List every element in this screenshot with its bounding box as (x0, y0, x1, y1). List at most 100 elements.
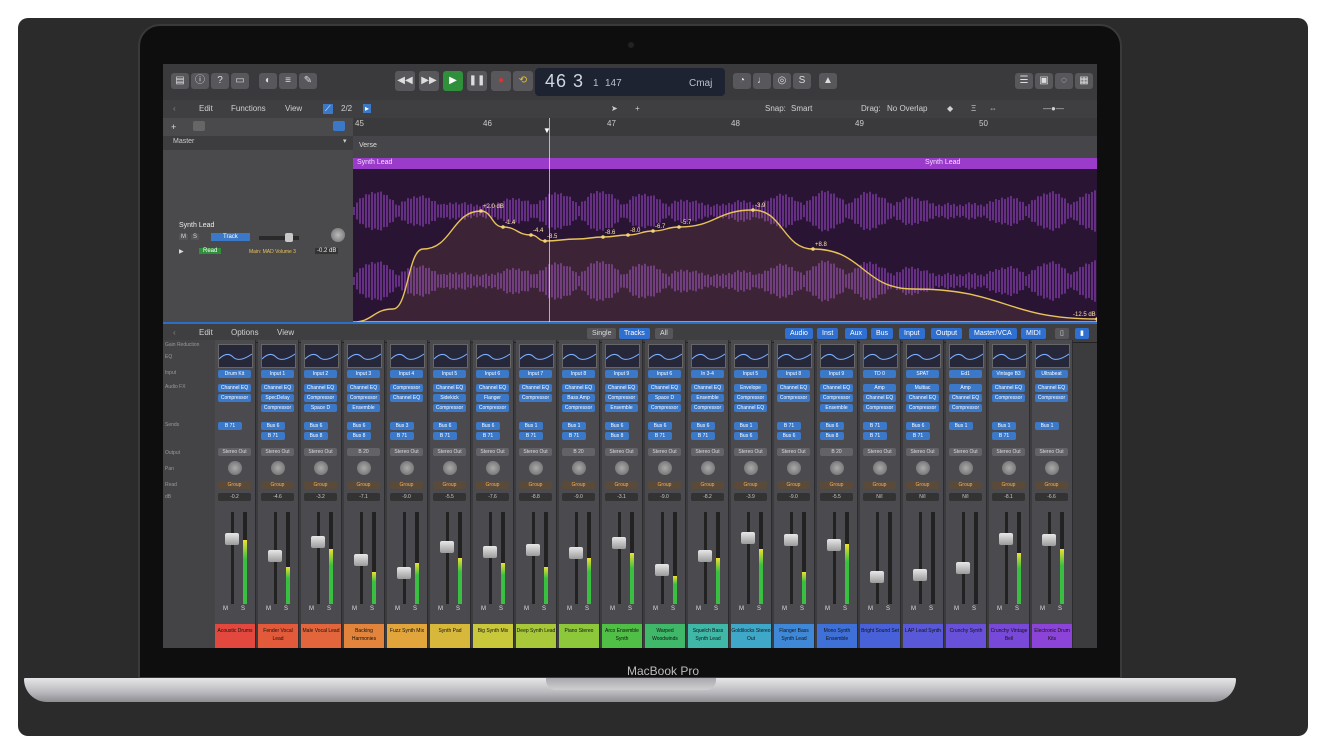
view-menu[interactable]: View (285, 104, 302, 113)
mute-button[interactable]: M (438, 606, 443, 612)
automation-mode[interactable]: Group (691, 481, 724, 489)
channel-strip[interactable]: SPAT Multiac Channel EQ Compressor Bus 6 B 71… (903, 340, 944, 648)
channel-strip[interactable]: Input 8 Channel EQ Bass Amp Compressor Bus 1… (559, 340, 600, 648)
solo-button[interactable]: S (757, 606, 761, 612)
waveform-zoom-icon[interactable]: ◆ (947, 104, 953, 113)
send-slot[interactable]: Bus 6 (433, 422, 457, 430)
volume-fader[interactable] (827, 538, 841, 551)
filter-master-vca[interactable]: Master/VCA (969, 328, 1017, 339)
volume-slider[interactable] (259, 236, 299, 240)
automation-mode[interactable]: Group (992, 481, 1025, 489)
output-slot[interactable]: Stereo Out (605, 448, 638, 456)
send-slot[interactable]: B 71 (992, 432, 1016, 440)
channel-strip[interactable]: Input 3 Channel EQ Compressor Ensemble Bus 6… (344, 340, 385, 648)
automation-parameter[interactable]: Main: MAD Volume 3 (249, 249, 296, 255)
eq-thumbnail[interactable] (648, 344, 683, 368)
send-slot[interactable]: Bus 6 (648, 422, 672, 430)
forward-icon[interactable]: ▶▶ (419, 71, 439, 91)
eq-thumbnail[interactable] (1035, 344, 1070, 368)
audio-fx-slot[interactable]: Amp (863, 384, 896, 392)
volume-fader[interactable] (440, 541, 454, 554)
solo-button[interactable]: S (191, 234, 200, 240)
solo-button[interactable]: S (284, 606, 288, 612)
solo-button[interactable]: S (1058, 606, 1062, 612)
audio-fx-slot[interactable]: Compressor (648, 404, 681, 412)
input-slot[interactable]: Input 4 (390, 370, 423, 378)
filter-audio[interactable]: Audio (785, 328, 813, 339)
audio-fx-slot[interactable]: Flanger (476, 394, 509, 402)
channel-name[interactable]: Goldilocks Stereo Out (731, 624, 771, 648)
volume-fader[interactable] (1042, 533, 1056, 546)
solo-button[interactable]: S (327, 606, 331, 612)
channel-name[interactable]: Fuzz Synth Mix (387, 624, 427, 648)
send-slot[interactable]: Bus 6 (304, 422, 328, 430)
filter-input[interactable]: Input (899, 328, 925, 339)
rewind-icon[interactable]: ◀◀ (395, 71, 415, 91)
eq-thumbnail[interactable] (519, 344, 554, 368)
eq-thumbnail[interactable] (906, 344, 941, 368)
audio-fx-slot[interactable]: Channel EQ (949, 394, 982, 402)
channel-strip[interactable]: Input 8 Channel EQ Compressor B 71 Bus 6 Ster… (774, 340, 815, 648)
output-slot[interactable]: Stereo Out (476, 448, 509, 456)
send-slot[interactable]: Bus 8 (820, 432, 844, 440)
send-slot[interactable]: Bus 6 (777, 432, 801, 440)
audio-fx-slot[interactable]: Channel EQ (1035, 384, 1068, 392)
audio-fx-slot[interactable]: Ensemble (347, 404, 380, 412)
audio-fx-slot[interactable]: Compressor (218, 394, 251, 402)
audio-fx-slot[interactable]: Envelope (734, 384, 767, 392)
stop-icon[interactable]: ❚❚ (467, 71, 487, 91)
count-in-icon[interactable]: ♩ (753, 73, 771, 89)
inspector-icon[interactable]: ⓘ (191, 73, 209, 89)
channel-strip[interactable]: Ultrabeat Channel EQ Compressor Bus 1 Stereo… (1032, 340, 1073, 648)
audio-fx-slot[interactable]: Compressor (390, 384, 423, 392)
mute-button[interactable]: M (481, 606, 486, 612)
channel-name[interactable]: Big Synth Mix (473, 624, 513, 648)
send-slot[interactable]: B 71 (476, 432, 500, 440)
mute-button[interactable]: M (653, 606, 658, 612)
list-editors-icon[interactable]: ☰ (1015, 73, 1033, 89)
volume-fader[interactable] (354, 554, 368, 566)
output-slot[interactable]: B 20 (562, 448, 595, 456)
audio-fx-slot[interactable]: Compressor (777, 394, 810, 402)
volume-fader[interactable] (913, 569, 927, 582)
input-slot[interactable]: Input 6 (476, 370, 509, 378)
eq-thumbnail[interactable] (820, 344, 855, 368)
audio-fx-slot[interactable]: Ensemble (820, 404, 853, 412)
channel-name[interactable]: Deep Synth Lead (516, 624, 556, 648)
audio-fx-slot[interactable]: Ensemble (605, 404, 638, 412)
automation-mode[interactable]: Group (433, 481, 466, 489)
audio-fx-slot[interactable]: Amp (949, 384, 982, 392)
eq-thumbnail[interactable] (218, 344, 253, 368)
lcd-display[interactable]: 46 3 1 147 Cmaj (535, 68, 725, 96)
track-name[interactable]: Synth Lead (179, 222, 214, 229)
automation-mode[interactable]: Group (347, 481, 380, 489)
input-slot[interactable]: Input 5 (433, 370, 466, 378)
smart-controls-icon[interactable]: ◐ (259, 73, 277, 89)
audio-fx-slot[interactable]: Channel EQ (304, 384, 337, 392)
send-slot[interactable]: Bus 1 (1035, 422, 1059, 430)
eq-thumbnail[interactable] (605, 344, 640, 368)
track-options-icon[interactable] (193, 121, 205, 131)
filter-aux[interactable]: Aux (845, 328, 868, 339)
mute-button[interactable]: M (997, 606, 1002, 612)
output-slot[interactable]: Stereo Out (691, 448, 724, 456)
automation-mode[interactable]: Group (906, 481, 939, 489)
pan-knob[interactable] (916, 461, 930, 475)
pointer-tool-icon[interactable]: ➤ (611, 104, 618, 113)
mixer-icon[interactable]: ≡ (279, 73, 297, 89)
pan-knob[interactable] (314, 461, 328, 475)
library-icon[interactable]: ▤ (171, 73, 189, 89)
eq-thumbnail[interactable] (562, 344, 597, 368)
solo-button[interactable]: S (456, 606, 460, 612)
output-slot[interactable]: Stereo Out (433, 448, 466, 456)
volume-fader[interactable] (956, 562, 970, 575)
solo-button[interactable]: S (1015, 606, 1019, 612)
output-slot[interactable]: Stereo Out (949, 448, 982, 456)
eq-thumbnail[interactable] (992, 344, 1027, 368)
pan-knob[interactable] (572, 461, 586, 475)
notepad-icon[interactable]: ▣ (1035, 73, 1053, 89)
input-slot[interactable]: Input 9 (820, 370, 853, 378)
send-slot[interactable]: Bus 6 (820, 422, 844, 430)
automation-mode[interactable]: Group (519, 481, 552, 489)
waveform-and-automation[interactable]: +2.0 dB-1.4-4.4-8.5-8.6 -8.0-6.7-5.7-3.9+… (353, 169, 1097, 322)
